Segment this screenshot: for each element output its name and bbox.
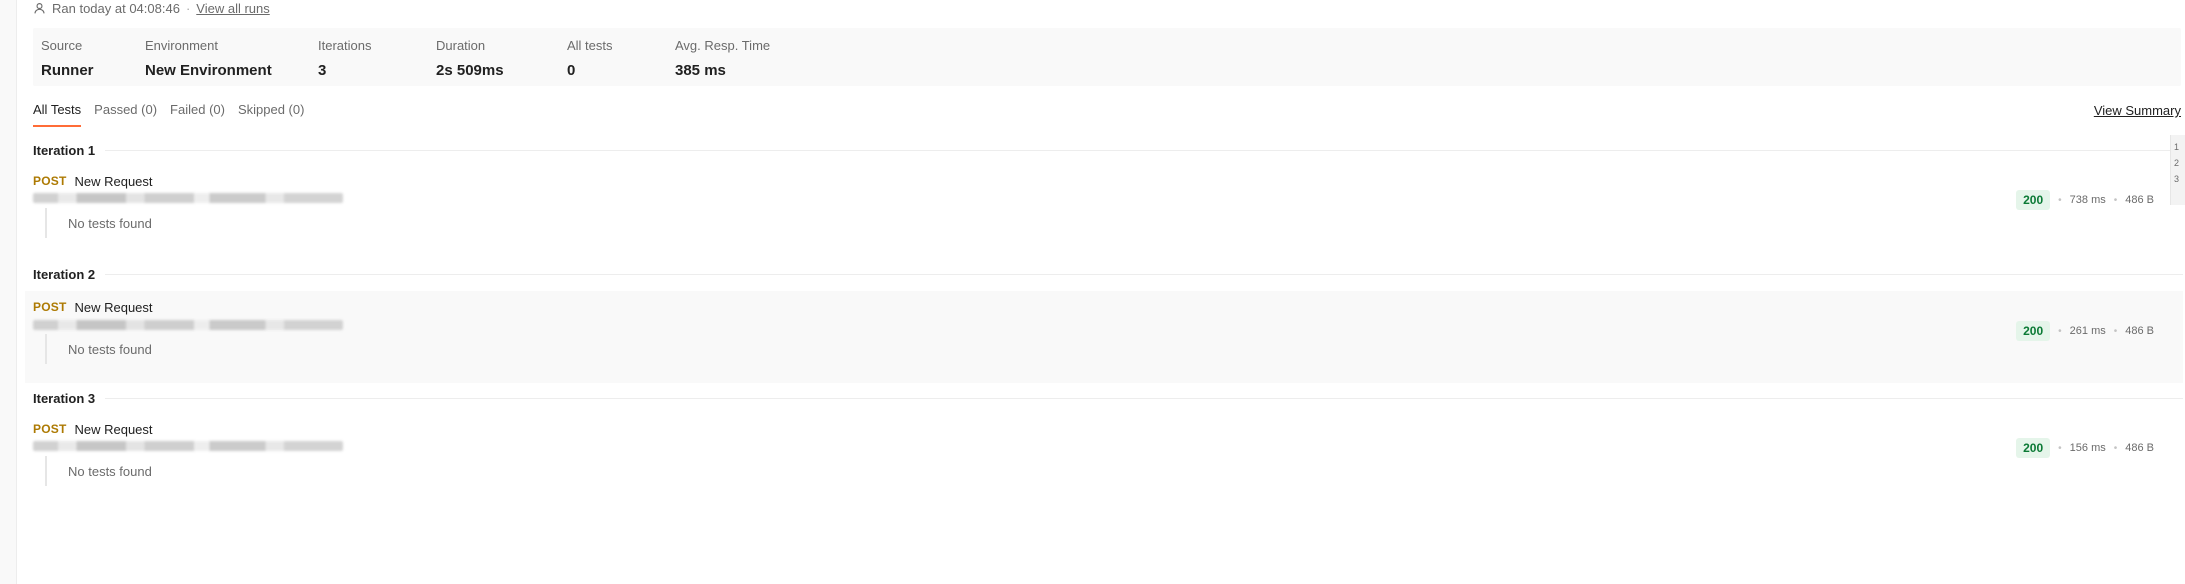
response-time: 156 ms [2069,442,2106,454]
iteration-heading: Iteration 2 [33,267,2183,282]
separator-dot: • [2113,194,2118,206]
summary-value: 385 ms [675,62,726,79]
runner-results-panel: Ran today at 04:08:46 · View all runs So… [25,0,2183,584]
response-size: 486 B [2125,325,2154,337]
tests-result: No tests found [45,334,152,364]
summary-value: 2s 509ms [436,62,504,79]
no-tests-text: No tests found [68,341,152,357]
summary-all-tests: All tests 0 [567,37,613,80]
tab-failed[interactable]: Failed (0) [170,101,225,127]
test-filter-tabs: All Tests Passed (0) Failed (0) Skipped … [33,101,304,127]
iteration-scroll-rail[interactable]: 1 2 3 [2170,135,2185,205]
request-name: New Request [74,422,153,437]
separator-dot: · [185,1,191,16]
user-icon [33,2,46,15]
summary-label: Source [41,38,83,53]
response-size: 486 B [2125,442,2154,454]
status-badge: 200 [2016,190,2051,210]
separator-dot: • [2058,194,2062,206]
response-time: 261 ms [2069,325,2106,337]
response-meta: 200 • 261 ms • 486 B [2016,321,2154,341]
iteration-heading: Iteration 3 [33,391,2183,406]
left-sidebar-rail [0,0,17,584]
request-title: POST New Request [33,174,153,189]
separator-dot: • [2113,325,2118,337]
view-summary-link[interactable]: View Summary [2094,103,2181,118]
tests-result: No tests found [45,208,152,238]
summary-label: Duration [436,38,486,53]
summary-value: Runner [41,62,94,79]
divider [105,150,2183,151]
request-url-redacted [33,320,343,330]
request-title: POST New Request [33,300,153,315]
tab-passed[interactable]: Passed (0) [94,101,157,127]
request-method: POST [33,300,67,314]
separator-dot: • [2113,442,2118,454]
tab-skipped[interactable]: Skipped (0) [238,101,304,127]
request-name: New Request [74,174,153,189]
iteration-title: Iteration 3 [33,391,96,406]
divider [105,398,2183,399]
request-row[interactable]: POST New Request No tests found 200 • 26… [25,291,2183,383]
run-summary-bar: Source Runner Environment New Environmen… [33,28,2181,86]
summary-label: Environment [145,38,218,53]
request-url-redacted [33,193,343,203]
iteration-title: Iteration 1 [33,143,96,158]
summary-value: 3 [318,62,327,79]
tests-result: No tests found [45,456,152,486]
request-method: POST [33,422,67,436]
status-badge: 200 [2016,438,2051,458]
run-info-line: Ran today at 04:08:46 · View all runs [33,0,270,17]
iteration-heading: Iteration 1 [33,143,2183,158]
response-time: 738 ms [2069,194,2106,206]
status-badge: 200 [2016,321,2051,341]
separator-dot: • [2058,325,2062,337]
request-row[interactable]: POST New Request No tests found 200 • 73… [25,160,2183,252]
request-method: POST [33,174,67,188]
request-url-redacted [33,441,343,451]
iteration-title: Iteration 2 [33,267,96,282]
tab-all-tests[interactable]: All Tests [33,101,82,127]
request-title: POST New Request [33,422,153,437]
request-name: New Request [74,300,153,315]
no-tests-text: No tests found [68,463,152,479]
rail-item[interactable]: 3 [2174,167,2185,191]
no-tests-text: No tests found [68,215,152,231]
summary-value: 0 [567,62,576,79]
separator-dot: • [2058,442,2062,454]
summary-source: Source Runner [41,37,94,80]
summary-duration: Duration 2s 509ms [436,37,504,80]
summary-label: All tests [567,38,613,53]
response-meta: 200 • 738 ms • 486 B [2016,190,2154,210]
ran-time-text: Ran today at 04:08:46 [52,1,180,16]
view-all-runs-link[interactable]: View all runs [196,1,269,16]
summary-environment: Environment New Environment [145,37,272,80]
response-size: 486 B [2125,194,2154,206]
summary-label: Avg. Resp. Time [675,38,771,53]
divider [105,274,2183,275]
request-row[interactable]: POST New Request No tests found 200 • 15… [25,408,2183,500]
response-meta: 200 • 156 ms • 486 B [2016,438,2154,458]
summary-label: Iterations [318,38,372,53]
summary-iterations: Iterations 3 [318,37,371,80]
summary-value: New Environment [145,62,272,79]
summary-avg-resp-time: Avg. Resp. Time 385 ms [675,37,770,80]
